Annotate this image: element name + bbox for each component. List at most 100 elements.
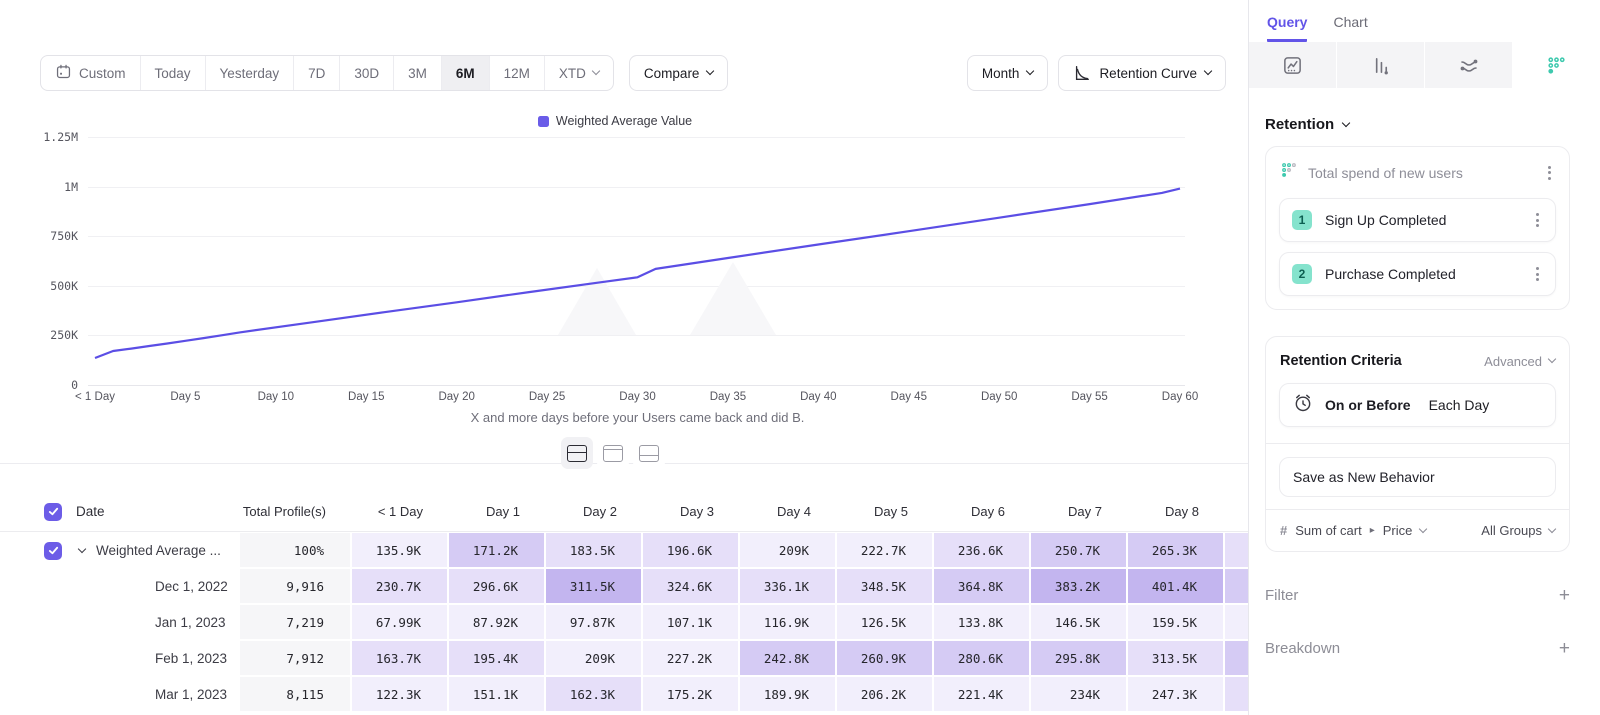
chevron-down-icon xyxy=(1548,355,1556,363)
range-xtd[interactable]: XTD xyxy=(545,56,613,90)
tab-chart[interactable]: Chart xyxy=(1333,14,1367,42)
number-property-icon: # xyxy=(1280,523,1287,538)
tab-query[interactable]: Query xyxy=(1267,14,1307,42)
funnels-tab-icon[interactable] xyxy=(1336,42,1424,88)
day-column-header: Day 4 xyxy=(740,492,837,531)
watermark-triangle xyxy=(690,262,776,335)
row-date-cell: Weighted Average ... xyxy=(0,533,240,568)
save-behavior-button[interactable]: Save as New Behavior xyxy=(1279,457,1556,497)
row-label: Jan 1, 2023 xyxy=(155,615,226,630)
row-checkbox[interactable] xyxy=(44,542,62,560)
property-arrow-icon: ▸ xyxy=(1370,525,1375,536)
partial-column-header xyxy=(1225,492,1248,531)
chart-canvas xyxy=(0,115,1248,425)
measure-selector[interactable]: # Sum of cart ▸ Price xyxy=(1280,523,1426,538)
retention-chart: 0250K500K750K1M1.25M < 1 DayDay 5Day 10D… xyxy=(0,115,1248,425)
period-label: Each Day xyxy=(1429,397,1490,413)
row-expander-icon[interactable] xyxy=(78,544,86,552)
filter-section: Filter + xyxy=(1265,586,1570,605)
step-menu-icon[interactable] xyxy=(1532,209,1543,231)
retention-when-selector[interactable]: On or Before Each Day xyxy=(1279,383,1556,427)
value-cell: 209K xyxy=(740,533,837,568)
retention-tab-icon[interactable] xyxy=(1512,42,1600,88)
select-all-checkbox[interactable] xyxy=(44,503,62,521)
range-custom[interactable]: Custom xyxy=(41,56,141,90)
value-cell: 324.6K xyxy=(643,569,740,604)
retention-curve-icon xyxy=(1073,64,1091,82)
behavior-step[interactable]: 2Purchase Completed xyxy=(1279,252,1556,296)
x-tick-label: Day 35 xyxy=(683,391,773,403)
step-number-badge: 2 xyxy=(1292,264,1312,284)
insights-tab-icon[interactable] xyxy=(1249,42,1336,88)
range-label: Custom xyxy=(79,66,126,81)
when-label: On or Before xyxy=(1325,397,1411,413)
value-cell: 401.4K xyxy=(1128,569,1225,604)
x-tick-label: < 1 Day xyxy=(50,391,140,403)
split-chart-icon[interactable] xyxy=(597,437,629,469)
x-tick-label: Day 55 xyxy=(1045,391,1135,403)
granularity-button[interactable]: Month xyxy=(967,55,1049,91)
value-cell: 242.8K xyxy=(740,641,837,676)
day-column-header: Day 7 xyxy=(1031,492,1128,531)
date-range-group: Custom TodayYesterday7D 30D 3M 6M 12MXTD xyxy=(40,55,614,91)
x-tick-label: Day 10 xyxy=(231,391,321,403)
clock-icon xyxy=(1293,393,1313,418)
criteria-mode-dropdown[interactable]: Advanced xyxy=(1484,354,1555,369)
row-label: Mar 1, 2023 xyxy=(155,687,227,702)
table-header: Date Total Profile(s) < 1 DayDay 1Day 2D… xyxy=(0,492,1248,532)
row-date-cell: Feb 1, 2023 xyxy=(0,641,240,676)
date-column-header: Date xyxy=(76,504,105,519)
value-cell: 265.3K xyxy=(1128,533,1225,568)
behavior-title: Total spend of new users xyxy=(1308,165,1534,181)
compare-button[interactable]: Compare xyxy=(629,55,729,91)
row-label: Weighted Average ... xyxy=(96,543,221,558)
value-cell: 383.2K xyxy=(1031,569,1128,604)
value-cell: 250.7K xyxy=(1031,533,1128,568)
range-label: 6M xyxy=(456,66,475,81)
chart-type-button[interactable]: Retention Curve xyxy=(1058,55,1226,91)
step-menu-icon[interactable] xyxy=(1532,263,1543,285)
range-3m[interactable]: 3M xyxy=(394,56,442,90)
groups-selector[interactable]: All Groups xyxy=(1481,523,1555,538)
add-filter-button[interactable]: + xyxy=(1559,586,1570,605)
value-cell: 313.5K xyxy=(1128,641,1225,676)
value-cell: 189.9K xyxy=(740,677,837,712)
chevron-down-icon xyxy=(1342,118,1350,126)
retention-section-toggle[interactable]: Retention xyxy=(1265,116,1570,133)
row-date-cell: Jan 1, 2023 xyxy=(0,605,240,640)
day-column-header: < 1 Day xyxy=(352,492,449,531)
value-cell: 227.2K xyxy=(643,641,740,676)
panel-tabs: Query Chart xyxy=(1249,0,1600,42)
range-30d[interactable]: 30D xyxy=(340,56,394,90)
value-cell: 209K xyxy=(546,641,643,676)
value-cell: 107.1K xyxy=(643,605,740,640)
table-row: Feb 1, 20237,912163.7K195.4K209K227.2K24… xyxy=(0,641,1248,676)
flows-tab-icon[interactable] xyxy=(1424,42,1512,88)
x-tick-label: Day 30 xyxy=(593,391,683,403)
behavior-menu-icon[interactable] xyxy=(1544,162,1555,184)
range-label: 30D xyxy=(354,66,379,81)
value-cell: 236.6K xyxy=(934,533,1031,568)
partial-value-cell xyxy=(1225,569,1248,604)
value-cell: 206.2K xyxy=(837,677,934,712)
range-6m[interactable]: 6M xyxy=(442,56,490,90)
range-7d[interactable]: 7D xyxy=(294,56,340,90)
behavior-step[interactable]: 1Sign Up Completed xyxy=(1279,198,1556,242)
range-12m[interactable]: 12M xyxy=(490,56,545,90)
range-today[interactable]: Today xyxy=(141,56,206,90)
total-profiles-cell: 100% xyxy=(240,533,352,568)
step-label: Sign Up Completed xyxy=(1325,212,1519,228)
row-label: Feb 1, 2023 xyxy=(155,651,227,666)
split-table-icon[interactable] xyxy=(633,437,665,469)
value-cell: 336.1K xyxy=(740,569,837,604)
total-profiles-cell: 9,916 xyxy=(240,569,352,604)
range-yesterday[interactable]: Yesterday xyxy=(206,56,295,90)
total-column-header: Total Profile(s) xyxy=(240,492,352,531)
day-column-header: Day 1 xyxy=(449,492,546,531)
split-equal-icon[interactable] xyxy=(561,437,593,469)
table-row: Dec 1, 20229,916230.7K296.6K311.5K324.6K… xyxy=(0,569,1248,604)
x-tick-label: Day 45 xyxy=(864,391,954,403)
day-column-header: Day 6 xyxy=(934,492,1031,531)
add-breakdown-button[interactable]: + xyxy=(1559,639,1570,658)
value-cell: 221.4K xyxy=(934,677,1031,712)
